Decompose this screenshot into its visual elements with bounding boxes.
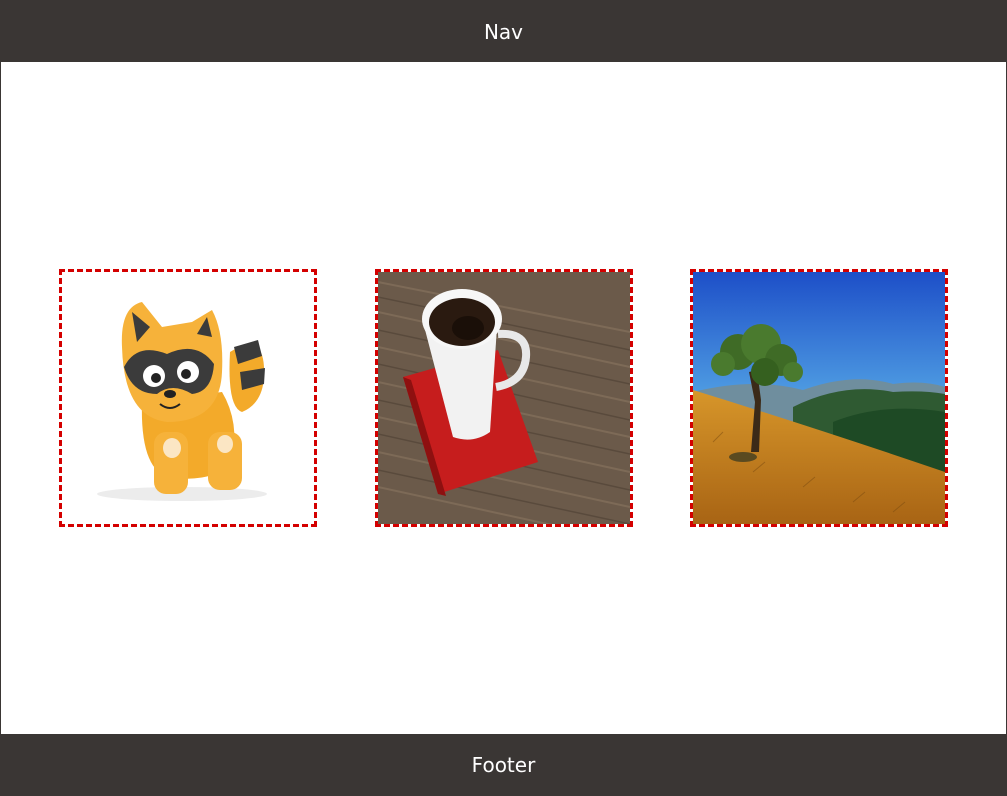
footer-bar: Footer [1, 734, 1006, 795]
raccoon-toy-image [62, 272, 314, 524]
nav-bar: Nav [1, 1, 1006, 62]
hillside-tree-image [693, 272, 945, 524]
nav-label: Nav [483, 19, 524, 44]
gallery-item-landscape [690, 269, 948, 527]
page: Nav Footer [0, 0, 1007, 796]
gallery-item-raccoon [59, 269, 317, 527]
footer-label: Footer [471, 752, 536, 777]
gallery-item-coffee [375, 269, 633, 527]
coffee-cup-image [378, 272, 630, 524]
